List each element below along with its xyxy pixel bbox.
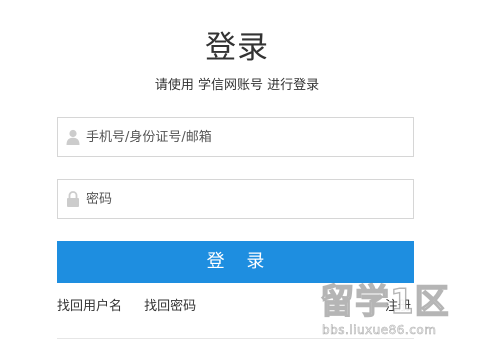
watermark-url: bbs.liuxue86.com xyxy=(322,323,437,338)
lock-icon xyxy=(66,191,80,207)
divider xyxy=(57,338,414,339)
password-input[interactable] xyxy=(86,180,406,218)
password-field[interactable] xyxy=(57,179,414,219)
help-links: 找回用户名 找回密码 xyxy=(57,298,214,316)
register-link[interactable]: 注册 xyxy=(385,298,411,316)
page-title: 登录 xyxy=(205,30,269,66)
user-icon xyxy=(66,129,80,145)
username-field[interactable] xyxy=(57,117,414,157)
retrieve-password-link[interactable]: 找回密码 xyxy=(144,299,196,314)
retrieve-username-link[interactable]: 找回用户名 xyxy=(57,299,122,314)
login-page: 登录 请使用 学信网账号 进行登录 登 录 找回用户名 找回密码 注册 留学1区… xyxy=(0,0,488,351)
login-button[interactable]: 登 录 xyxy=(57,241,414,283)
login-subtitle: 请使用 学信网账号 进行登录 xyxy=(154,78,320,93)
username-input[interactable] xyxy=(86,118,406,156)
